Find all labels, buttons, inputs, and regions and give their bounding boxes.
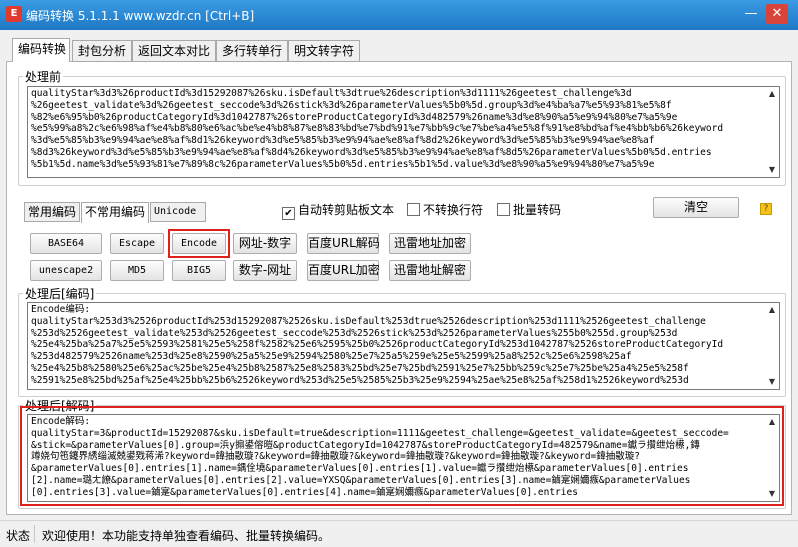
baidu-url-decode-button[interactable]: 百度URL解码 [307,233,380,254]
baidu-url-encode-button[interactable]: 百度URL加密 [307,260,380,281]
checkbox-unchecked-icon [497,203,510,216]
tab-packet-analysis[interactable]: 封包分析 [72,40,132,62]
after-encode-label: 处理后[编码] [23,285,97,302]
tab-uncommon-encoding[interactable]: 不常用编码 [81,202,149,223]
before-label: 处理前 [23,68,64,85]
app-icon: E [6,6,22,22]
no-newline-label: 不转换行符 [423,203,484,217]
url-to-number-button[interactable]: 网址-数字 [233,233,297,254]
no-newline-checkbox[interactable]: 不转换行符 [407,202,483,218]
title-bar: E 编码转换 5.1.1.1 www.wzdr.cn [Ctrl+B] — ✕ [0,0,798,30]
md5-button[interactable]: MD5 [110,260,164,281]
status-message: 欢迎使用！本功能支持单独查看编码、批量转换编码。 [42,529,331,543]
before-textarea[interactable]: qualityStar%3d3%26productId%3d15292087%2… [27,86,780,178]
minimize-button[interactable]: — [740,4,762,24]
before-scroll-up-icon[interactable]: ▲ [766,88,778,100]
tab-encode-convert[interactable]: 编码转换 [12,38,70,62]
tab-unicode[interactable]: Unicode [150,202,206,222]
status-label: 状态 [6,529,31,543]
number-to-url-button[interactable]: 数字-网址 [233,260,297,281]
encode-scroll-up-icon[interactable]: ▲ [766,304,778,316]
window-title: 编码转换 5.1.1.1 www.wzdr.cn [Ctrl+B] [26,9,255,23]
before-scroll-down-icon[interactable]: ▼ [766,164,778,176]
unescape2-button[interactable]: unescape2 [30,260,102,281]
tab-plaintext-to-char[interactable]: 明文转字符 [288,40,360,62]
batch-convert-checkbox[interactable]: 批量转码 [497,202,561,218]
auto-clipboard-checkbox[interactable]: ✔ 自动转剪贴板文本 [282,202,395,220]
status-bar: 状态 欢迎使用！本功能支持单独查看编码、批量转换编码。 [0,520,798,547]
big5-button[interactable]: BIG5 [172,260,226,281]
tab-common-encoding[interactable]: 常用编码 [24,202,80,222]
after-encode-textarea[interactable]: Encode编码: qualityStar%253d3%2526productI… [27,302,780,390]
clear-button[interactable]: 清空 [653,197,739,218]
thunder-encrypt-button[interactable]: 迅雷地址加密 [389,233,471,254]
tab-text-compare[interactable]: 返回文本对比 [132,40,216,62]
thunder-decrypt-button[interactable]: 迅雷地址解密 [389,260,471,281]
close-button[interactable]: ✕ [766,4,788,24]
batch-convert-label: 批量转码 [513,203,562,217]
help-icon[interactable]: ? [760,203,772,215]
encode-scroll-down-icon[interactable]: ▼ [766,376,778,388]
checkbox-checked-icon: ✔ [282,207,295,220]
status-separator [34,525,35,543]
checkbox-unchecked-icon [407,203,420,216]
auto-clipboard-label: 自动转剪贴板文本 [298,203,395,217]
decode-highlight [20,406,784,506]
base64-button[interactable]: BASE64 [30,233,102,254]
tab-multiline-to-single[interactable]: 多行转单行 [216,40,288,62]
escape-button[interactable]: Escape [110,233,164,254]
encode-highlight [168,229,230,258]
